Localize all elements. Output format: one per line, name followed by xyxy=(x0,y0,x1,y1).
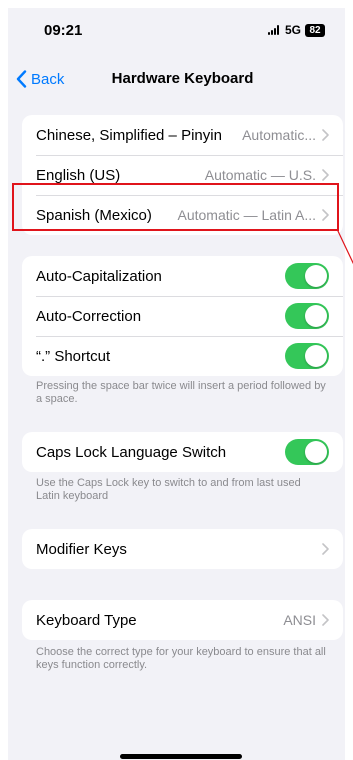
caps-lock-language-switch-toggle[interactable] xyxy=(285,439,329,465)
keyboard-layout-value: Automatic — Latin A... xyxy=(177,207,316,223)
status-time: 09:21 xyxy=(44,22,83,39)
keyboard-row-chinese[interactable]: Chinese, Simplified – Pinyin Automatic..… xyxy=(22,115,343,155)
option-label: “.” Shortcut xyxy=(36,347,111,365)
chevron-right-icon xyxy=(322,614,329,626)
settings-screen: 09:21 5G 82 Back Hardware Keyboard Chine… xyxy=(8,8,345,760)
caps-lock-footer-note: Use the Caps Lock key to switch to and f… xyxy=(36,477,301,502)
option-label: Auto-Capitalization xyxy=(36,267,162,285)
network-label: 5G xyxy=(284,23,301,37)
keyboards-group: Chinese, Simplified – Pinyin Automatic..… xyxy=(22,115,343,235)
chevron-right-icon xyxy=(322,543,329,555)
auto-capitalization-toggle[interactable] xyxy=(285,263,329,289)
option-label: Auto-Correction xyxy=(36,307,142,325)
navigation-bar: Back Hardware Keyboard xyxy=(8,60,345,96)
signal-icon xyxy=(267,25,279,35)
modifier-keys-group: Modifier Keys xyxy=(22,529,343,569)
keyboard-row-english[interactable]: English (US) Automatic — U.S. xyxy=(22,155,343,195)
option-label: Modifier Keys xyxy=(36,540,127,558)
chevron-right-icon xyxy=(322,129,329,141)
option-label: Caps Lock Language Switch xyxy=(36,443,227,461)
typing-footer-note: Pressing the space bar twice will insert… xyxy=(36,380,326,405)
home-indicator xyxy=(120,754,242,759)
keyboard-label: Chinese, Simplified – Pinyin xyxy=(36,126,222,144)
keyboard-label: Spanish (Mexico) xyxy=(36,206,152,224)
auto-correction-toggle[interactable] xyxy=(285,303,329,329)
option-label: Keyboard Type xyxy=(36,611,137,629)
modifier-keys-row[interactable]: Modifier Keys xyxy=(22,529,343,569)
keyboard-type-footer-note: Choose the correct type for your keyboar… xyxy=(36,646,326,671)
status-indicators: 5G 82 xyxy=(267,23,325,37)
keyboard-type-value: ANSI xyxy=(283,612,316,628)
chevron-right-icon xyxy=(322,169,329,181)
period-shortcut-toggle[interactable] xyxy=(285,343,329,369)
keyboard-type-group: Keyboard Type ANSI xyxy=(22,600,343,640)
period-shortcut-row: “.” Shortcut xyxy=(22,336,343,376)
keyboard-layout-value: Automatic — U.S. xyxy=(204,167,316,183)
auto-capitalization-row: Auto-Capitalization xyxy=(22,256,343,296)
keyboard-label: English (US) xyxy=(36,166,121,184)
keyboard-type-row[interactable]: Keyboard Type ANSI xyxy=(22,600,343,640)
auto-correction-row: Auto-Correction xyxy=(22,296,343,336)
keyboard-row-spanish[interactable]: Spanish (Mexico) Automatic — Latin A... xyxy=(22,195,343,235)
battery-icon: 82 xyxy=(305,23,325,37)
caps-lock-group: Caps Lock Language Switch xyxy=(22,432,343,472)
page-title: Hardware Keyboard xyxy=(111,70,254,87)
typing-options-group: Auto-Capitalization Auto-Correction “.” … xyxy=(22,256,343,376)
chevron-right-icon xyxy=(322,209,329,221)
caps-lock-row: Caps Lock Language Switch xyxy=(22,432,343,472)
keyboard-layout-value: Automatic... xyxy=(242,127,316,143)
status-bar: 09:21 5G 82 xyxy=(8,8,345,52)
